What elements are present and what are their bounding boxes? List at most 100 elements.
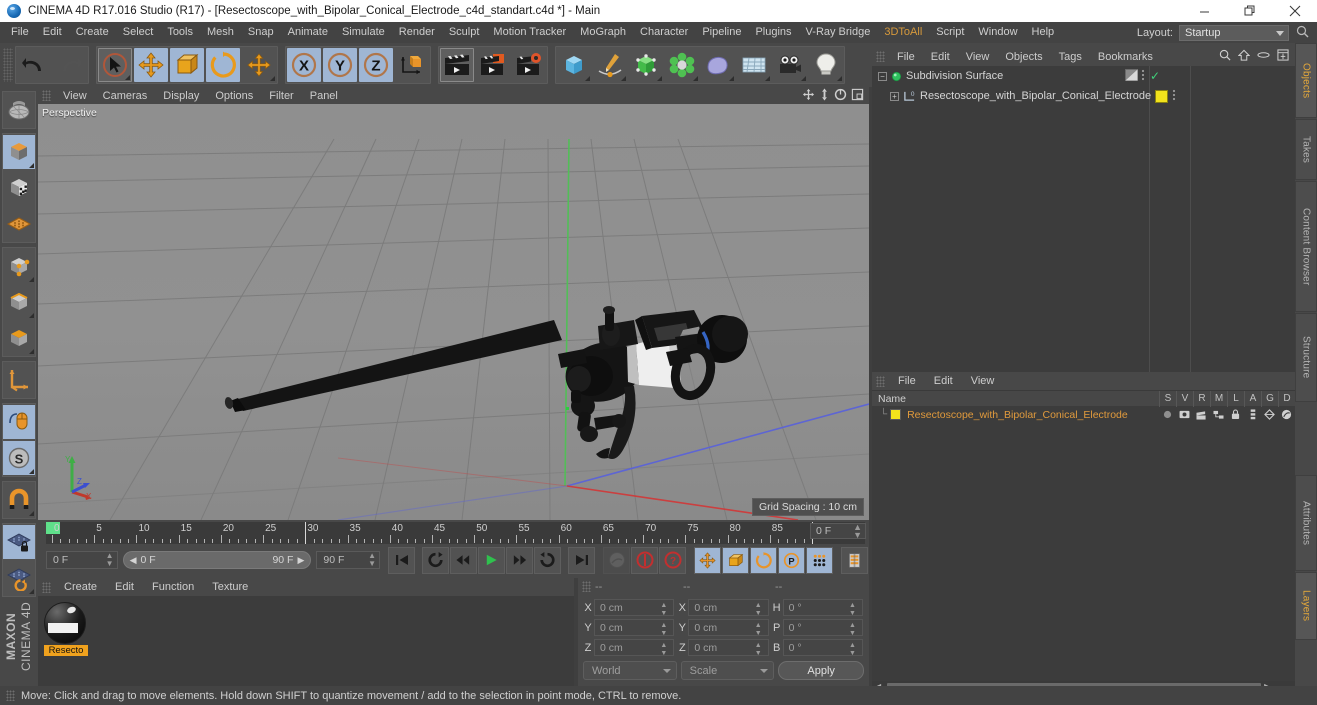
scale-tool[interactable] [170,48,204,82]
position-key-button[interactable] [694,546,721,574]
go-to-start-button[interactable] [388,546,415,574]
menu-item-character[interactable]: Character [633,22,695,43]
lock-z-axis[interactable]: Z [359,48,393,82]
material-tag-icon[interactable] [1155,89,1168,103]
menu-item-simulate[interactable]: Simulate [335,22,392,43]
layer-color-swatch[interactable] [890,409,902,420]
rotation-p-input[interactable]: 0 ° ▲ ▼ [782,619,863,638]
viewport-menu-panel[interactable]: Panel [302,90,346,102]
material-list[interactable]: Resecto [38,596,574,686]
object-row-resectoscope[interactable]: + 0 Resectoscope_with_Bipolar_Conical_El… [872,86,1295,106]
add-deformer[interactable] [665,48,699,82]
viewport-menu-cameras[interactable]: Cameras [95,90,156,102]
coordinate-system-dropdown[interactable]: World [583,661,677,680]
timeline-ruler[interactable]: 051015202530354045505560657075808590 [46,522,865,544]
menu-item-edit[interactable]: Edit [36,22,69,43]
rotate-view-icon[interactable] [834,88,847,104]
go-to-end-button[interactable] [568,546,595,574]
object-menu-edit[interactable]: Edit [923,51,958,63]
size-z-input[interactable]: 0 cm ▲ ▼ [688,639,769,658]
menu-item-render[interactable]: Render [392,22,442,43]
select-tool[interactable] [98,48,132,82]
viewport-menu-display[interactable]: Display [155,90,207,102]
spinner-icon[interactable]: ▲ ▼ [849,622,856,638]
expander-icon[interactable]: + [890,91,899,101]
autokeying-button[interactable] [631,546,658,574]
maximize-button[interactable] [1227,0,1272,22]
object-menu-view[interactable]: View [958,51,998,63]
layer-row[interactable]: └ Resectoscope_with_Bipolar_Conical_Elec… [872,406,1295,423]
menu-item-window[interactable]: Window [971,22,1024,43]
play-backwards-loop-button[interactable] [422,546,449,574]
layer-visible-icon[interactable] [1176,410,1193,419]
step-forward-button[interactable] [506,546,533,574]
position-y-input[interactable]: 0 cm ▲ ▼ [594,619,675,638]
material-panel-grip[interactable] [42,581,51,593]
expander-icon[interactable]: − [878,71,887,81]
tab-attributes[interactable]: Attributes [1295,475,1317,571]
menu-item-file[interactable]: File [4,22,36,43]
search-icon[interactable] [1219,49,1231,64]
rotation-h-input[interactable]: 0 ° ▲ ▼ [782,599,863,617]
menu-item-help[interactable]: Help [1025,22,1062,43]
material-menu-function[interactable]: Function [143,581,203,593]
lock-x-axis[interactable]: X [287,48,321,82]
layer-animation-icon[interactable] [1244,409,1261,420]
object-menu-bookmarks[interactable]: Bookmarks [1090,51,1161,63]
minimize-button[interactable] [1182,0,1227,22]
object-menu-objects[interactable]: Objects [997,51,1050,63]
collapse-icon[interactable] [1257,50,1270,63]
rotate-tool[interactable] [206,48,240,82]
layer-render-icon[interactable] [1193,410,1210,420]
maximize-view-icon[interactable] [851,88,864,104]
edges-mode-button[interactable] [3,285,35,319]
layer-solo-icon[interactable] [1159,410,1176,419]
menu-item-3dtoall[interactable]: 3DToAll [877,22,929,43]
spinner-icon[interactable]: ▲ ▼ [368,552,376,568]
render-view-button[interactable] [440,48,474,82]
layer-manager-icon[interactable] [1210,410,1227,420]
pan-view-icon[interactable] [802,88,815,104]
viewport-grip[interactable] [42,90,51,101]
object-dots-icon[interactable] [1141,69,1145,84]
tab-structure[interactable]: Structure [1295,313,1317,402]
spinner-icon[interactable]: ▲ ▼ [849,642,856,658]
home-up-icon[interactable] [1237,49,1251,64]
layer-lock-icon[interactable] [1227,409,1244,420]
timeline-frame-field[interactable]: 0 F ▲ ▼ [810,523,866,540]
menu-item-tools[interactable]: Tools [160,22,200,43]
tab-content-browser[interactable]: Content Browser [1295,181,1317,312]
layer-panel-grip[interactable] [876,375,885,387]
apply-button[interactable]: Apply [778,661,865,680]
scale-key-button[interactable] [722,546,749,574]
add-spline-pen[interactable] [593,48,627,82]
spinner-icon[interactable]: ▲ ▼ [755,622,762,638]
size-mode-dropdown[interactable]: Scale [680,661,775,680]
soft-selection-button[interactable]: S [3,441,35,475]
dolly-view-icon[interactable] [819,88,830,104]
add-light[interactable] [809,48,843,82]
spinner-icon[interactable]: ▲ ▼ [755,602,762,618]
step-back-button[interactable] [450,546,477,574]
menu-item-create[interactable]: Create [69,22,116,43]
search-icon[interactable] [1296,25,1309,41]
range-left-arrow-icon[interactable]: ◀ [130,555,137,566]
render-region-button[interactable] [476,48,510,82]
play-forward-loop-button[interactable] [534,546,561,574]
object-menu-file[interactable]: File [889,51,923,63]
toolbar-grip[interactable] [3,48,13,82]
menu-item-script[interactable]: Script [929,22,971,43]
point-level-animation-button[interactable] [806,546,833,574]
spinner-icon[interactable]: ▲ ▼ [755,642,762,658]
rotation-b-input[interactable]: 0 ° ▲ ▼ [782,639,863,658]
menu-item-motion-tracker[interactable]: Motion Tracker [486,22,573,43]
tab-objects[interactable]: Objects [1295,43,1317,118]
add-generator[interactable] [629,48,663,82]
material-menu-create[interactable]: Create [55,581,106,593]
play-button[interactable] [478,546,505,574]
spinner-icon[interactable]: ▲ ▼ [660,622,667,638]
rotation-key-button[interactable] [750,546,777,574]
viewport-menu-view[interactable]: View [55,90,95,102]
size-x-input[interactable]: 0 cm ▲ ▼ [688,599,769,618]
menu-item-v-ray-bridge[interactable]: V-Ray Bridge [799,22,878,43]
